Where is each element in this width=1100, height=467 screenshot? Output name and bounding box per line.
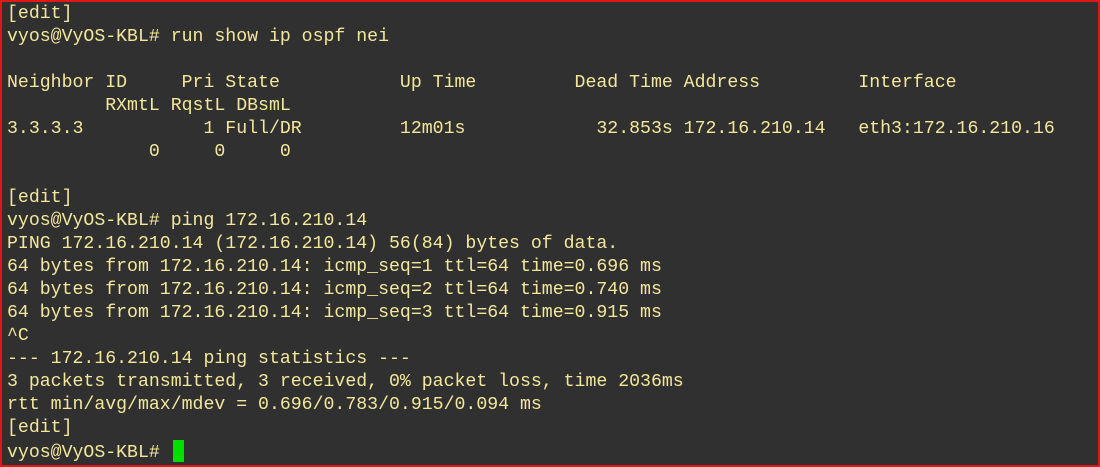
- output-line: 64 bytes from 172.16.210.14: icmp_seq=2 …: [7, 280, 662, 300]
- output-line: ^C: [7, 326, 29, 346]
- output-line: rtt min/avg/max/mdev = 0.696/0.783/0.915…: [7, 395, 542, 415]
- terminal-window[interactable]: [edit] vyos@VyOS-KBL# run show ip ospf n…: [0, 0, 1100, 467]
- output-line: 64 bytes from 172.16.210.14: icmp_seq=1 …: [7, 257, 662, 277]
- output-line: --- 172.16.210.14 ping statistics ---: [7, 349, 411, 369]
- output-line: [edit]: [7, 4, 73, 24]
- output-line: [edit]: [7, 418, 73, 438]
- command-line: vyos@VyOS-KBL# ping 172.16.210.14: [7, 211, 368, 231]
- output-line: 3 packets transmitted, 3 received, 0% pa…: [7, 372, 684, 392]
- output-line: 64 bytes from 172.16.210.14: icmp_seq=3 …: [7, 303, 662, 323]
- table-header: Neighbor ID Pri State Up Time Dead Time …: [7, 73, 957, 93]
- text-cursor: [172, 440, 184, 462]
- prompt-line[interactable]: vyos@VyOS-KBL#: [7, 440, 1098, 463]
- table-row: 3.3.3.3 1 Full/DR 12m01s 32.853s 172.16.…: [7, 119, 1055, 139]
- table-row: 0 0 0: [7, 142, 291, 162]
- output-line: [edit]: [7, 188, 73, 208]
- command-line: vyos@VyOS-KBL# run show ip ospf nei: [7, 27, 389, 47]
- table-header: RXmtL RqstL DBsmL: [7, 96, 291, 116]
- output-line: PING 172.16.210.14 (172.16.210.14) 56(84…: [7, 234, 619, 254]
- shell-prompt: vyos@VyOS-KBL#: [7, 443, 171, 463]
